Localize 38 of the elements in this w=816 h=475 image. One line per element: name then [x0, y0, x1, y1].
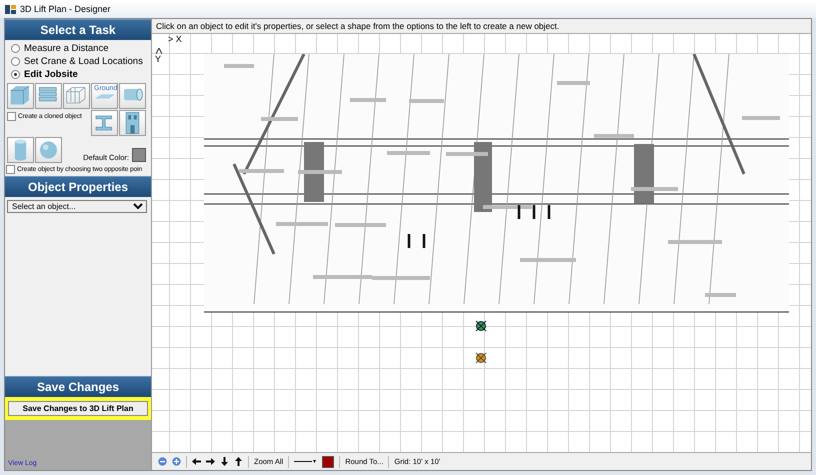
checkbox[interactable] [7, 112, 16, 121]
save-button[interactable]: Save Changes to 3D Lift Plan [8, 401, 148, 416]
radio-button[interactable] [11, 44, 20, 53]
arrow-up-icon[interactable] [234, 457, 243, 466]
shape-tile-button[interactable] [119, 83, 146, 109]
instruction-text: Click on an object to edit it's properties, or select a shape from the options to the left to create a new object. [152, 19, 811, 34]
shape-tile-button[interactable] [35, 137, 62, 163]
shape-tile-button[interactable] [63, 83, 90, 109]
arrow-left-icon[interactable] [192, 457, 201, 466]
option-label[interactable]: Set Crane & Load Locations [24, 56, 143, 67]
option-label[interactable]: Edit Jobsite [24, 69, 78, 80]
checkbox[interactable] [6, 165, 15, 174]
app-logo-icon [5, 4, 16, 14]
panel-header: Select a Task [5, 19, 151, 40]
shape-tile-button[interactable] [7, 83, 34, 109]
option-label[interactable]: Measure a Distance [24, 43, 108, 54]
grid-canvas[interactable]: > X Y [152, 34, 811, 452]
zoom-out-icon[interactable] [158, 457, 167, 466]
line-color-swatch[interactable] [322, 456, 334, 468]
shape-tile-button[interactable] [119, 110, 146, 136]
ground-plane-icon [94, 94, 114, 98]
panel-header: Save Changes [5, 376, 151, 397]
radio-button[interactable] [11, 57, 20, 66]
shape-tile-button[interactable] [7, 137, 34, 163]
y-axis-label: Y [155, 54, 162, 64]
shape-tile-button[interactable] [35, 83, 62, 109]
object-select[interactable]: Select an object... [7, 200, 147, 213]
target-marker-icon [475, 320, 487, 332]
color-swatch[interactable] [132, 148, 146, 162]
x-axis-label: > X [168, 34, 182, 44]
arrow-down-icon[interactable] [220, 457, 229, 466]
zoom-in-icon[interactable] [172, 457, 181, 466]
target-marker-icon [475, 352, 487, 364]
window-title: 3D Lift Plan - Designer [20, 4, 111, 14]
shape-tile-button[interactable] [91, 110, 118, 136]
panel-header: Object Properties [5, 176, 151, 197]
arrow-right-icon[interactable] [206, 457, 215, 466]
radio-button[interactable] [11, 70, 20, 79]
